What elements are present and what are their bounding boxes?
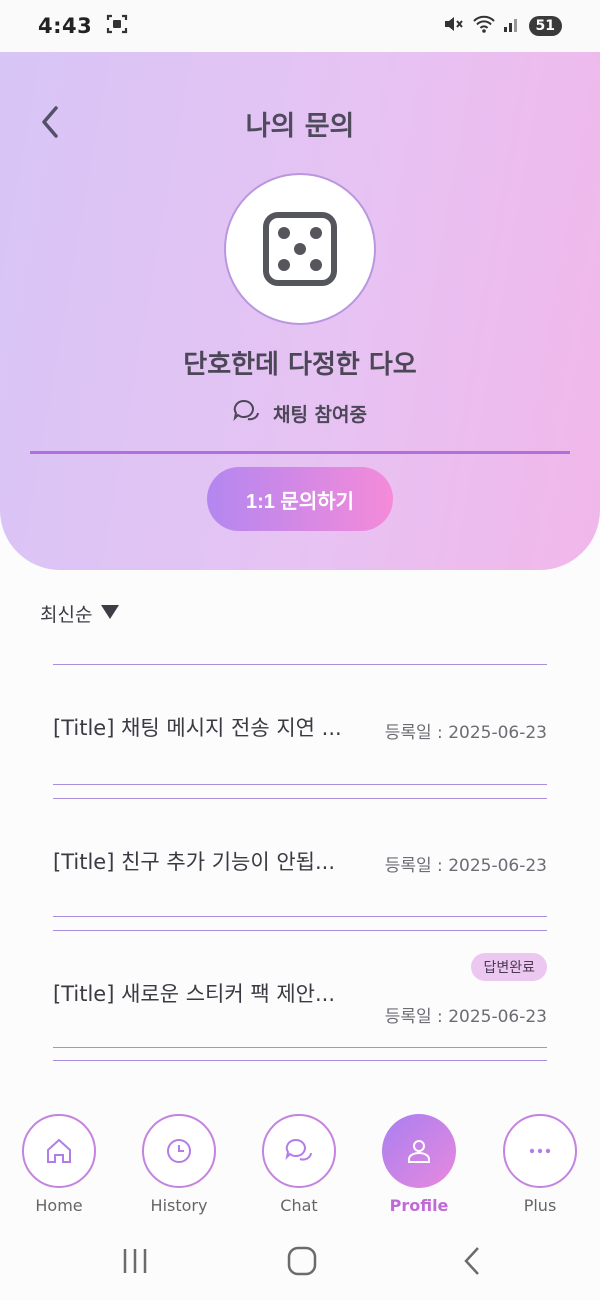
inquiry-item[interactable]: [Title] 채팅 메시지 전송 지연 ... 등록일 : 2025-06-2… [53,664,547,785]
bottom-nav: Home History Chat Profile Plus [0,1108,600,1218]
nav-button[interactable] [142,1114,216,1188]
system-nav-bar [0,1225,600,1300]
inquiry-title: [Title] 친구 추가 기능이 안됩... [53,850,335,874]
home-system-button[interactable] [284,1243,320,1283]
inquiry-date: 등록일 : 2025-06-23 [384,856,547,876]
page-title: 나의 문의 [245,111,355,142]
back-system-button[interactable] [458,1243,488,1283]
chat-bubbles-icon [285,1138,312,1161]
sort-label: 최신순 [40,604,93,626]
inquiry-date: 등록일 : 2025-06-23 [384,1007,547,1027]
answer-status-badge: 답변완료 [471,953,547,981]
header-divider [30,451,570,454]
recent-apps-icon [123,1249,147,1273]
signal-icon [503,15,521,37]
nav-item-profile[interactable]: Profile [359,1114,479,1215]
nav-button[interactable] [262,1114,336,1188]
inquiry-item[interactable]: 답변완료 [Title] 새로운 스티커 팩 제안... 등록일 : 2025-… [53,930,547,1048]
nav-item-plus[interactable]: Plus [480,1114,600,1215]
battery-indicator: 51 [528,16,562,36]
home-icon [47,1138,71,1163]
nav-label: Home [35,1196,83,1215]
nav-button[interactable] [22,1114,96,1188]
chat-status: 채팅 참여중 [0,398,600,428]
sort-dropdown[interactable]: 최신순 [40,600,120,627]
inquiry-date: 등록일 : 2025-06-23 [384,723,547,743]
dice-icon [263,212,337,286]
nav-label: History [150,1196,208,1215]
more-dots-icon [529,1148,551,1154]
recent-apps-button[interactable] [120,1243,150,1283]
nav-button[interactable] [382,1114,456,1188]
nav-label: Plus [523,1196,557,1215]
triangle-down-icon [100,603,120,625]
avatar [224,173,376,325]
new-inquiry-button[interactable]: 1:1 문의하기 [207,467,393,531]
chat-status-label: 채팅 참여중 [272,403,367,426]
clock-icon [167,1139,191,1163]
mute-icon [443,14,465,38]
inquiry-title: [Title] 채팅 메시지 전송 지연 ... [53,716,342,740]
status-bar: 4:43 51 [0,0,600,52]
wifi-icon [472,14,495,38]
nav-item-chat[interactable]: Chat [239,1114,359,1215]
inquiry-list: [Title] 채팅 메시지 전송 지연 ... 등록일 : 2025-06-2… [53,664,547,1061]
nav-button[interactable] [503,1114,577,1188]
nav-item-history[interactable]: History [119,1114,239,1215]
screenshot-icon [106,14,128,38]
nav-label: Chat [280,1196,318,1215]
home-square-icon [287,1246,317,1276]
person-icon [408,1140,430,1163]
nav-item-home[interactable]: Home [0,1114,119,1215]
status-time: 4:43 [38,14,93,38]
profile-header: 나의 문의 단호한데 다정한 다오 채팅 참여중 1:1 문의하기 [0,52,600,570]
nav-label: Profile [389,1196,449,1215]
chat-bubbles-icon [233,398,261,428]
inquiry-item[interactable]: [Title] 친구 추가 기능이 안됩... 등록일 : 2025-06-23 [53,798,547,917]
profile-name: 단호한데 다정한 다오 [183,350,417,380]
back-chevron-icon [464,1247,479,1275]
inquiry-title: [Title] 새로운 스티커 팩 제안... [53,982,335,1006]
